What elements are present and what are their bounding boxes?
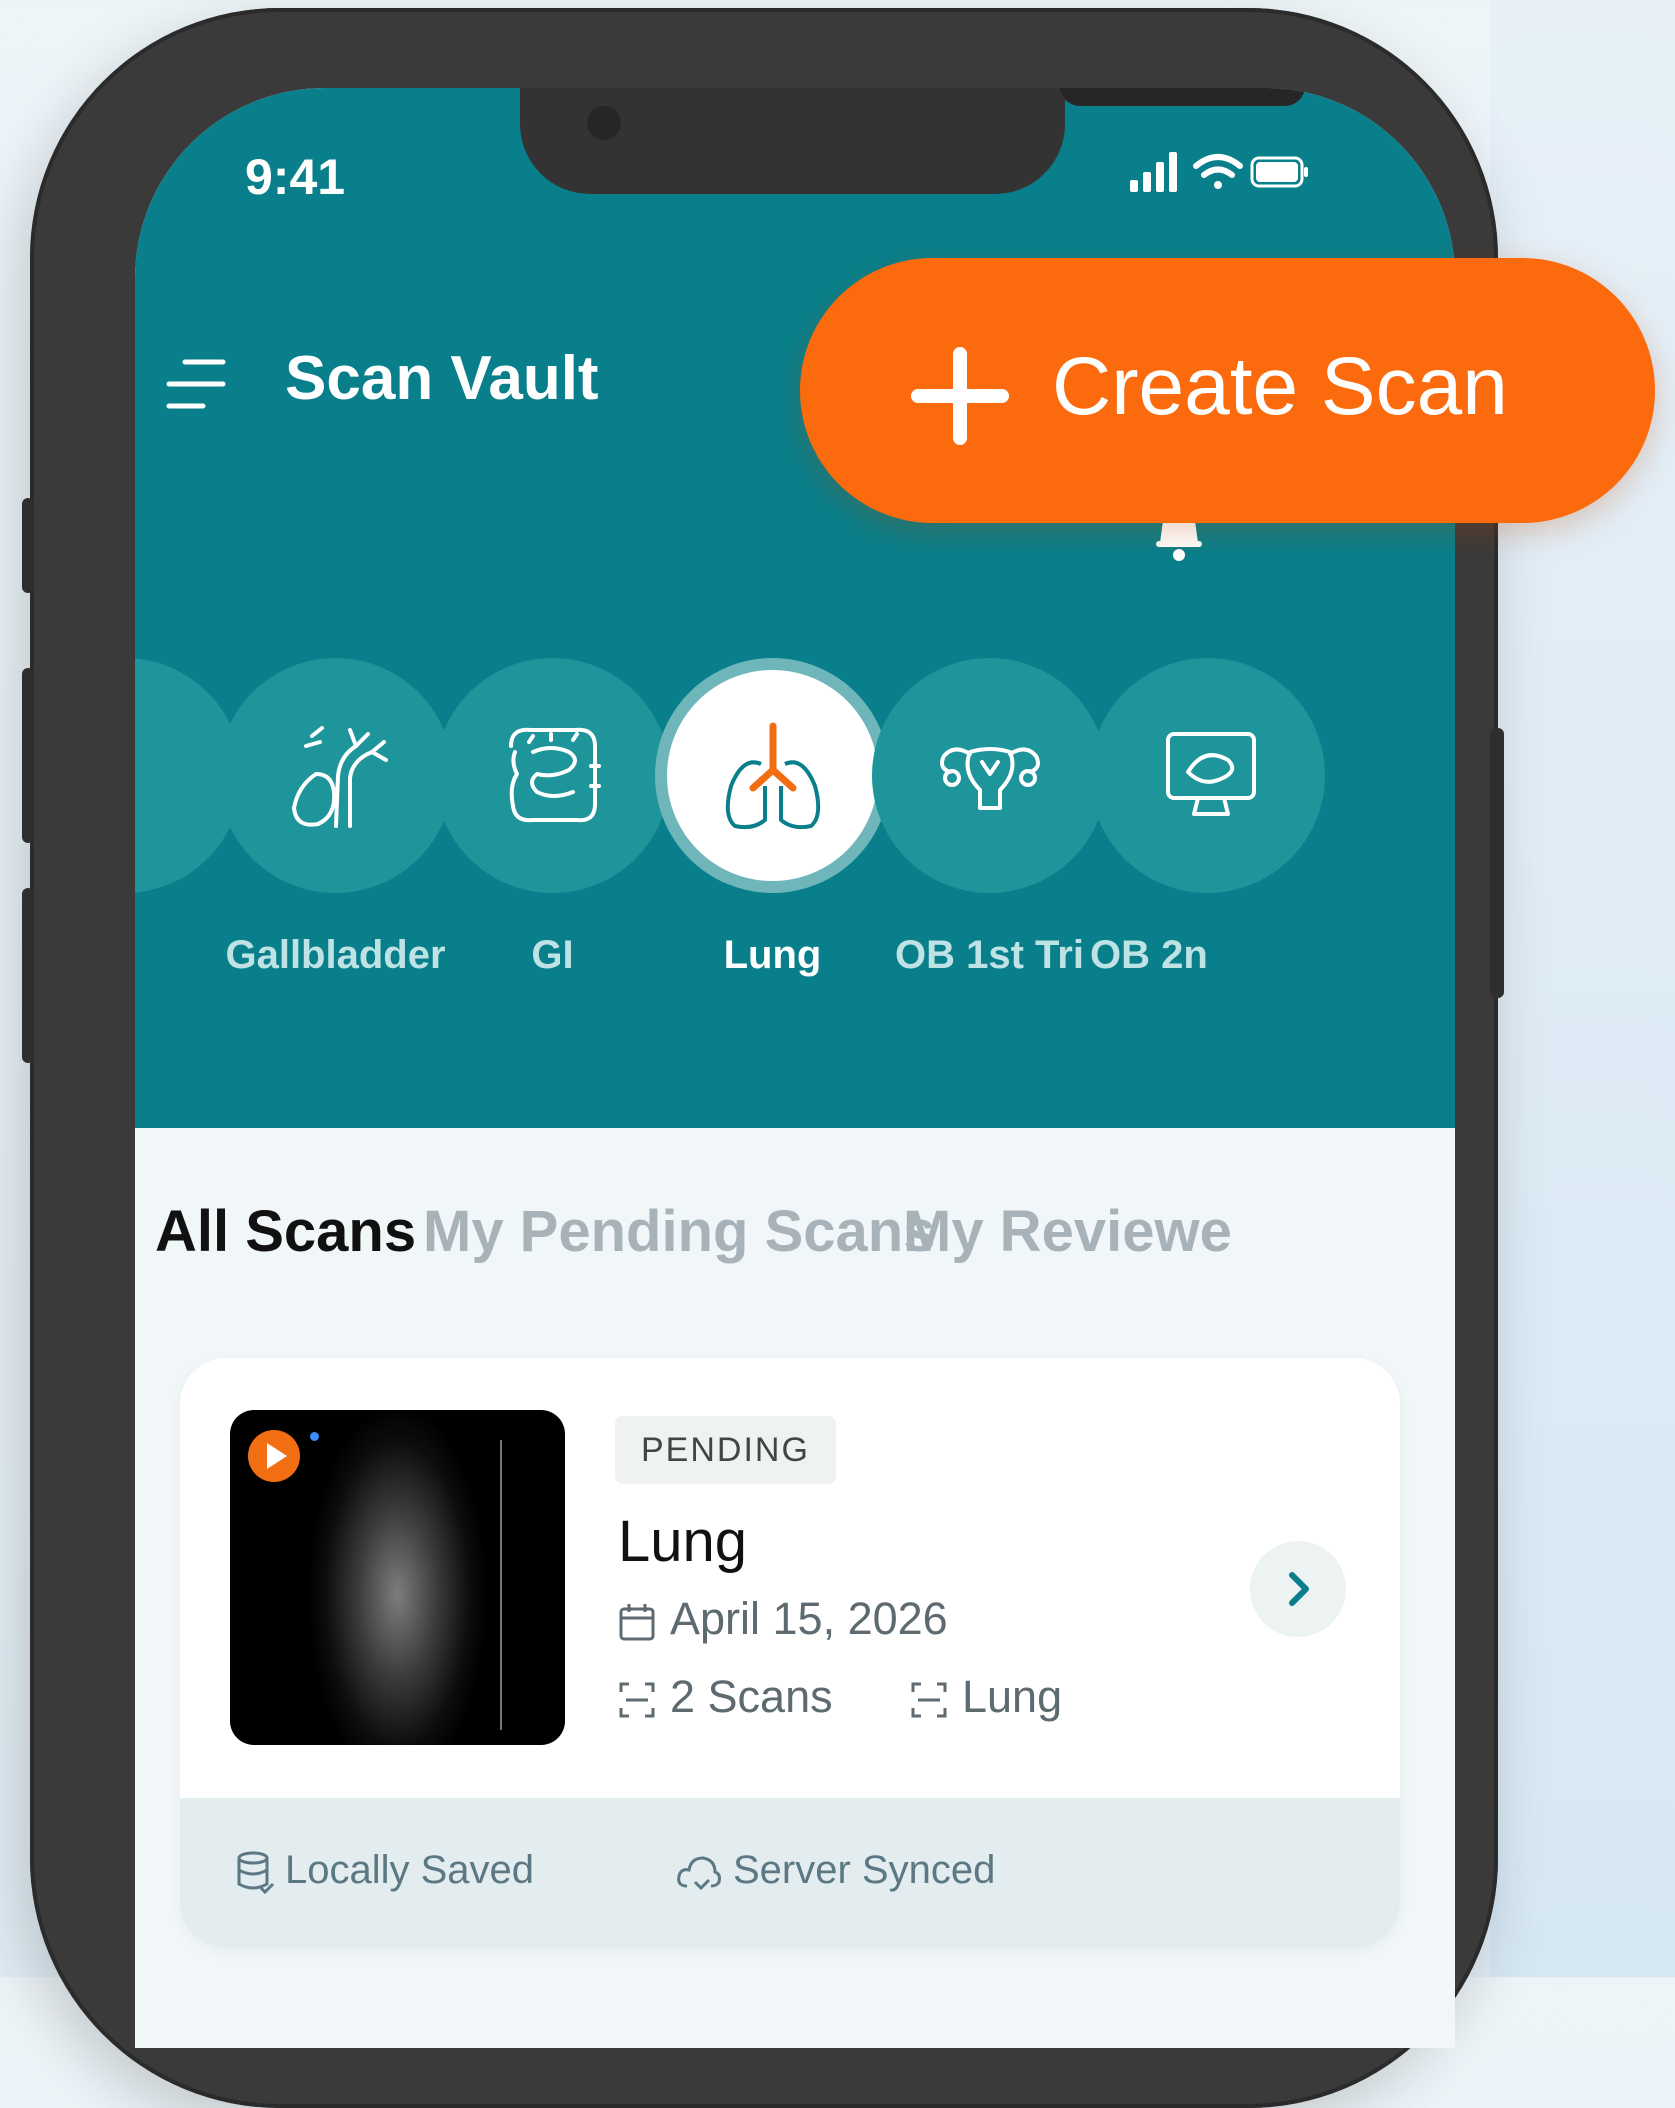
category-circle — [872, 658, 1107, 893]
create-scan-button[interactable]: Create Scan — [800, 258, 1655, 523]
gallbladder-icon — [291, 725, 388, 828]
server-synced-status: Server Synced — [675, 1848, 995, 1893]
battery-icon — [1250, 156, 1308, 188]
category-ob-1st-tri[interactable]: OB 1st Tri — [872, 658, 1107, 977]
header-curve — [135, 1048, 1455, 1090]
scan-thumbnail[interactable] — [230, 1410, 565, 1745]
indicator-dot — [310, 1432, 319, 1441]
tab-my-reviewed[interactable]: My Reviewe — [903, 1198, 1232, 1265]
intestine-icon — [508, 727, 601, 822]
status-time: 9:41 — [245, 149, 346, 205]
exam-type-text: Lung — [962, 1671, 1063, 1722]
category-gi[interactable]: GI — [435, 658, 670, 977]
server-synced-text: Server Synced — [733, 1848, 996, 1892]
category-lung[interactable]: Lung — [655, 658, 890, 977]
calendar-icon — [619, 1604, 655, 1641]
category-gallbladder[interactable]: Gallbladder — [218, 658, 453, 977]
locally-saved-status: Locally Saved — [235, 1848, 535, 1895]
scan-count-text: 2 Scans — [670, 1671, 833, 1722]
menu-icon[interactable] — [165, 356, 227, 412]
exam-type: Lung — [910, 1671, 1062, 1723]
create-scan-label: Create Scan — [1052, 341, 1508, 432]
page-title: Scan Vault — [285, 344, 599, 413]
category-ob-2nd[interactable]: OB 2n — [1090, 658, 1325, 977]
play-icon[interactable] — [248, 1430, 300, 1482]
scan-date-text: April 15, 2026 — [670, 1593, 948, 1644]
wifi-icon — [1193, 154, 1243, 189]
category-carousel: Gallbladder GI Lung OB 1st Tri OB 2n — [135, 658, 1455, 977]
power-button — [1490, 728, 1504, 998]
category-circle — [435, 658, 670, 893]
database-icon — [237, 1851, 275, 1895]
open-scan-button[interactable] — [1250, 1541, 1346, 1637]
tab-my-pending-scans[interactable]: My Pending Scans — [423, 1198, 935, 1265]
device-notch — [520, 88, 1305, 194]
category-label: OB 2n — [1090, 933, 1208, 977]
lung-icon — [725, 722, 820, 829]
category-circle — [1090, 658, 1325, 893]
status-icons — [1130, 152, 1308, 192]
locally-saved-text: Locally Saved — [285, 1848, 535, 1892]
scan-date: April 15, 2026 — [618, 1593, 948, 1645]
scan-frame-icon — [619, 1682, 655, 1718]
category-circle — [218, 658, 453, 893]
cloud-sync-icon — [677, 1856, 721, 1891]
scan-card[interactable]: PENDING Lung April 15, 2026 2 Scans Lung… — [180, 1358, 1400, 1948]
depth-scale — [500, 1440, 502, 1730]
speaker-grille — [1060, 88, 1305, 106]
scan-title: Lung — [618, 1509, 748, 1574]
plus-icon — [911, 347, 1009, 445]
camera-icon — [587, 106, 621, 140]
mute-switch — [22, 498, 34, 593]
uterus-icon — [939, 746, 1040, 810]
status-badge: PENDING — [615, 1416, 836, 1484]
signal-icon — [1130, 152, 1177, 192]
volume-down-button — [22, 888, 34, 1063]
chevron-right-icon — [1289, 1572, 1309, 1606]
scan-frame-icon — [911, 1682, 947, 1718]
volume-up-button — [22, 668, 34, 843]
category-circle-active — [667, 670, 878, 881]
monitor-icon — [1165, 731, 1256, 816]
scan-count: 2 Scans — [618, 1671, 833, 1723]
tab-all-scans[interactable]: All Scans — [155, 1198, 416, 1265]
